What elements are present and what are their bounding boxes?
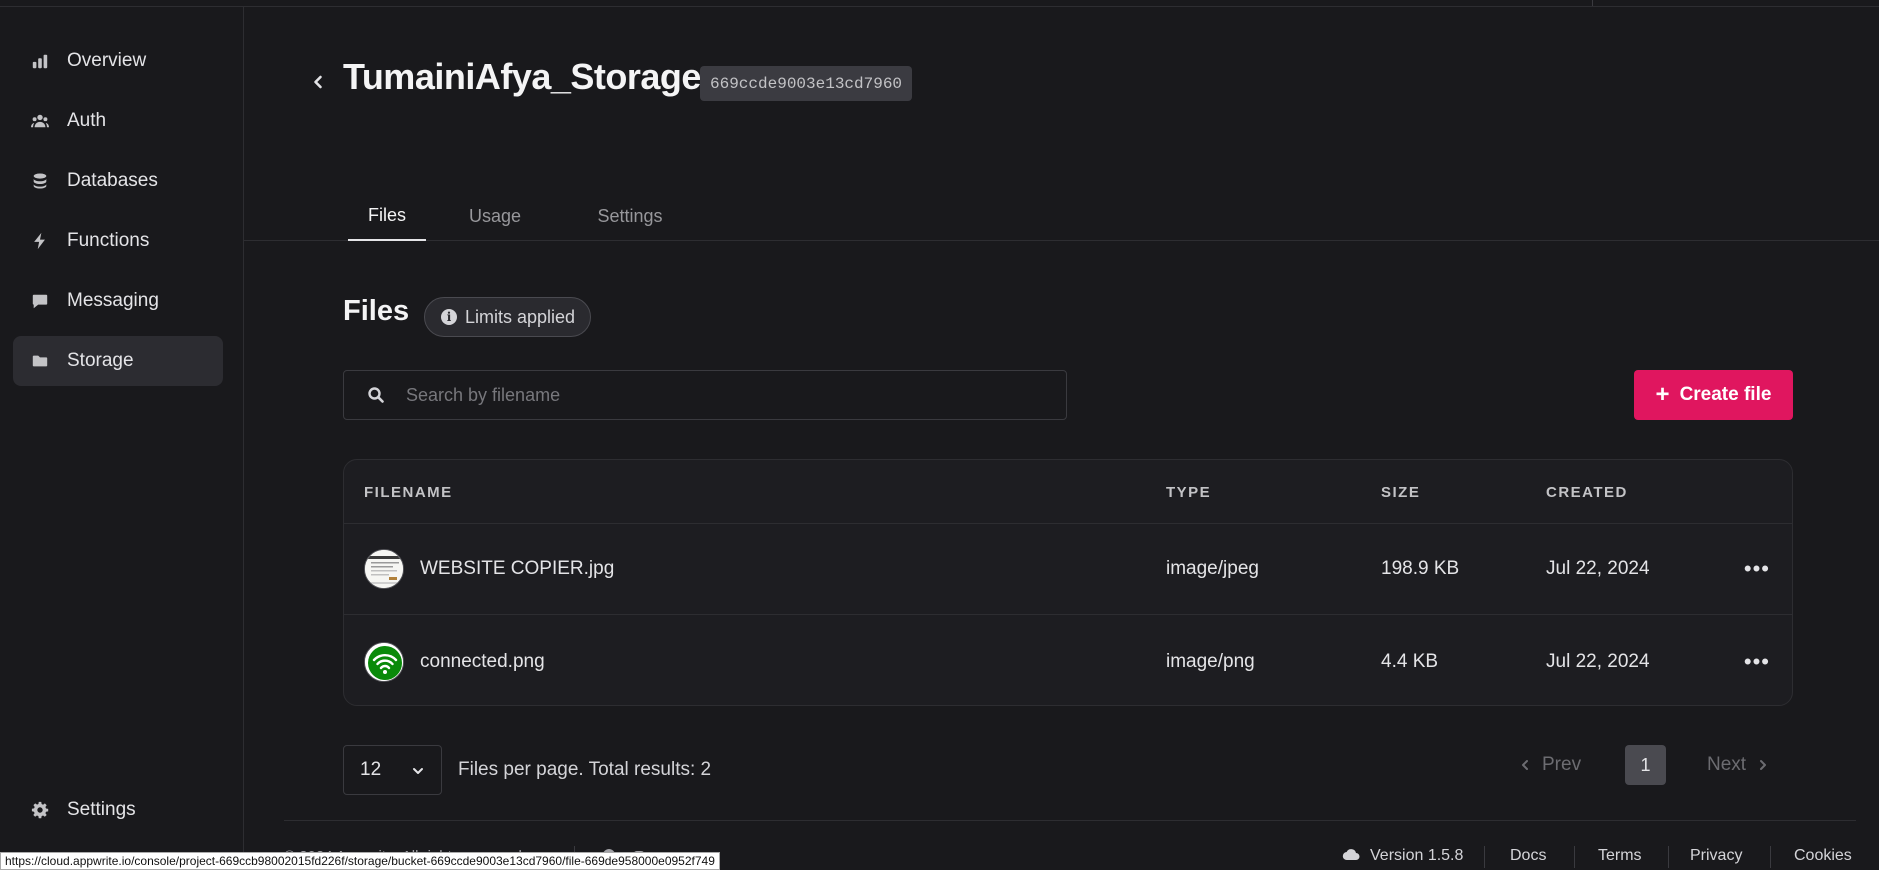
footer-divider — [284, 820, 1856, 821]
chat-icon — [29, 290, 51, 312]
cloud-icon — [1342, 848, 1360, 862]
gear-icon — [29, 799, 51, 821]
chevron-right-icon — [1758, 758, 1768, 772]
prev-page-button[interactable]: Prev — [1520, 753, 1581, 777]
per-page-value: 12 — [360, 759, 382, 780]
chevron-down-icon — [411, 762, 425, 776]
search-input[interactable] — [406, 371, 1066, 419]
file-type: image/png — [1166, 650, 1255, 672]
more-options-icon[interactable]: ••• — [1744, 558, 1770, 580]
file-size: 198.9 KB — [1381, 558, 1460, 579]
sidebar: Overview Auth Databases Functions Messag… — [0, 7, 244, 870]
create-file-button[interactable]: + Create file — [1634, 370, 1793, 420]
sidebar-item-label: Storage — [67, 350, 134, 371]
file-created: Jul 22, 2024 — [1546, 650, 1650, 672]
sidebar-item-auth[interactable]: Auth — [13, 96, 223, 146]
sidebar-item-storage[interactable]: Storage — [13, 336, 223, 386]
section-title: Files — [343, 295, 410, 327]
top-border — [0, 0, 1879, 7]
tab-usage[interactable]: Usage — [466, 192, 524, 241]
table-row[interactable]: WEBSITE COPIER.jpg image/jpeg 198.9 KB J… — [344, 524, 1792, 615]
tab-settings[interactable]: Settings — [594, 192, 666, 241]
sidebar-item-label: Databases — [67, 170, 158, 191]
column-header-filename[interactable]: FILENAME — [364, 484, 453, 501]
users-icon — [29, 110, 51, 132]
sidebar-item-label: Auth — [67, 110, 107, 131]
chevron-left-icon[interactable] — [310, 72, 326, 92]
chevron-left-icon — [1520, 758, 1530, 772]
pagination-summary: Files per page. Total results: 2 — [458, 759, 712, 780]
sidebar-item-functions[interactable]: Functions — [13, 216, 223, 266]
sidebar-item-label: Settings — [67, 799, 136, 820]
database-icon — [29, 170, 51, 192]
sidebar-item-settings[interactable]: Settings — [13, 785, 223, 835]
link-status-bar: https://cloud.appwrite.io/console/projec… — [0, 852, 720, 870]
footer-link-cookies[interactable]: Cookies — [1794, 847, 1852, 865]
file-name: connected.png — [420, 650, 545, 672]
next-page-button[interactable]: Next — [1707, 753, 1768, 777]
footer-link-terms[interactable]: Terms — [1598, 847, 1642, 865]
plus-icon: + — [1655, 381, 1670, 408]
table-header: FILENAME TYPE SIZE CREATED — [344, 460, 1792, 524]
file-size: 4.4 KB — [1381, 650, 1439, 672]
info-icon: i — [441, 309, 457, 325]
prev-label: Prev — [1542, 754, 1582, 775]
create-file-label: Create file — [1679, 384, 1772, 405]
search-icon — [366, 385, 386, 405]
version-text: Version 1.5.8 — [1370, 847, 1464, 864]
footer-link-privacy[interactable]: Privacy — [1690, 847, 1742, 865]
file-created: Jul 22, 2024 — [1546, 558, 1650, 579]
sidebar-item-messaging[interactable]: Messaging — [13, 276, 223, 326]
page-number-button[interactable]: 1 — [1625, 745, 1666, 785]
sidebar-item-label: Overview — [67, 50, 147, 71]
folder-icon — [29, 350, 51, 372]
sidebar-item-databases[interactable]: Databases — [13, 156, 223, 206]
footer-link-docs[interactable]: Docs — [1510, 847, 1546, 865]
limits-label: Limits applied — [465, 306, 576, 327]
column-header-created[interactable]: CREATED — [1546, 484, 1628, 501]
page-title: TumainiAfya_Storage — [343, 56, 701, 97]
more-options-icon[interactable]: ••• — [1744, 650, 1770, 673]
search-field[interactable] — [343, 370, 1067, 420]
per-page-select[interactable]: 12 — [343, 745, 442, 795]
sidebar-item-label: Functions — [67, 230, 150, 251]
file-name: WEBSITE COPIER.jpg — [420, 558, 615, 579]
file-type: image/jpeg — [1166, 558, 1259, 579]
sidebar-item-overview[interactable]: Overview — [13, 36, 223, 86]
table-row[interactable]: connected.png image/png 4.4 KB Jul 22, 2… — [344, 616, 1792, 705]
file-thumbnail — [364, 549, 404, 589]
files-table: FILENAME TYPE SIZE CREATED WEBSITE COPIE… — [343, 459, 1793, 706]
bucket-id-badge[interactable]: 669ccde9003e13cd7960 — [700, 66, 913, 101]
limits-badge[interactable]: i Limits applied — [424, 297, 592, 337]
chart-bar-icon — [29, 50, 51, 72]
lightning-icon — [29, 230, 51, 252]
tab-bar: Files Usage Settings — [244, 192, 1879, 241]
next-label: Next — [1707, 754, 1747, 775]
file-thumbnail — [364, 641, 404, 682]
column-header-size[interactable]: SIZE — [1381, 484, 1420, 501]
column-header-type[interactable]: TYPE — [1166, 484, 1211, 501]
tab-files[interactable]: Files — [348, 192, 426, 241]
sidebar-item-label: Messaging — [67, 290, 159, 311]
